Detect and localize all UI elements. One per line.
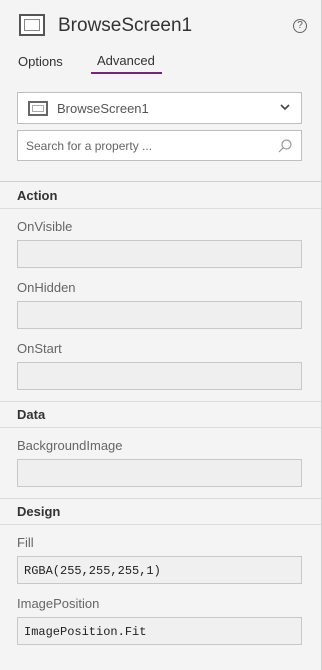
property-value: RGBA(255,255,255,1) — [24, 564, 161, 578]
property-label-onhidden: OnHidden — [17, 280, 76, 295]
property-input-imageposition[interactable]: ImagePosition.Fit — [17, 617, 302, 645]
property-search — [17, 130, 302, 161]
property-label-onstart: OnStart — [17, 341, 62, 356]
property-value: ImagePosition.Fit — [24, 625, 147, 639]
property-input-onstart[interactable] — [17, 362, 302, 390]
property-input-backgroundimage[interactable] — [17, 459, 302, 487]
section-title: Action — [17, 188, 58, 203]
selected-control-label: BrowseScreen1 — [57, 101, 149, 116]
section-header-design[interactable]: Design — [0, 499, 321, 525]
property-input-onhidden[interactable] — [17, 301, 302, 329]
help-icon[interactable]: ? — [293, 19, 307, 33]
active-tab-indicator — [91, 72, 162, 74]
search-input[interactable] — [18, 131, 268, 160]
property-label-imageposition: ImagePosition — [17, 596, 100, 611]
control-selector-dropdown[interactable]: BrowseScreen1 — [17, 92, 302, 124]
screen-icon — [28, 101, 48, 116]
section-title: Data — [17, 407, 46, 422]
section-header-action[interactable]: Action — [0, 183, 321, 209]
properties-panel: BrowseScreen1 ? Options Advanced BrowseS… — [0, 0, 322, 670]
search-icon[interactable] — [277, 138, 293, 154]
tab-bar: Options Advanced — [0, 52, 321, 74]
page-title: BrowseScreen1 — [58, 15, 193, 36]
tab-options[interactable]: Options — [18, 54, 63, 76]
property-label-fill: Fill — [17, 535, 34, 550]
property-label-onvisible: OnVisible — [17, 219, 73, 234]
section-header-data[interactable]: Data — [0, 402, 321, 428]
chevron-down-icon — [280, 104, 290, 111]
section-title: Design — [17, 504, 61, 519]
panel-header: BrowseScreen1 ? Options Advanced BrowseS… — [0, 0, 321, 182]
property-input-fill[interactable]: RGBA(255,255,255,1) — [17, 556, 302, 584]
property-input-onvisible[interactable] — [17, 240, 302, 268]
property-label-backgroundimage: BackgroundImage — [17, 438, 123, 453]
screen-icon — [19, 14, 45, 36]
